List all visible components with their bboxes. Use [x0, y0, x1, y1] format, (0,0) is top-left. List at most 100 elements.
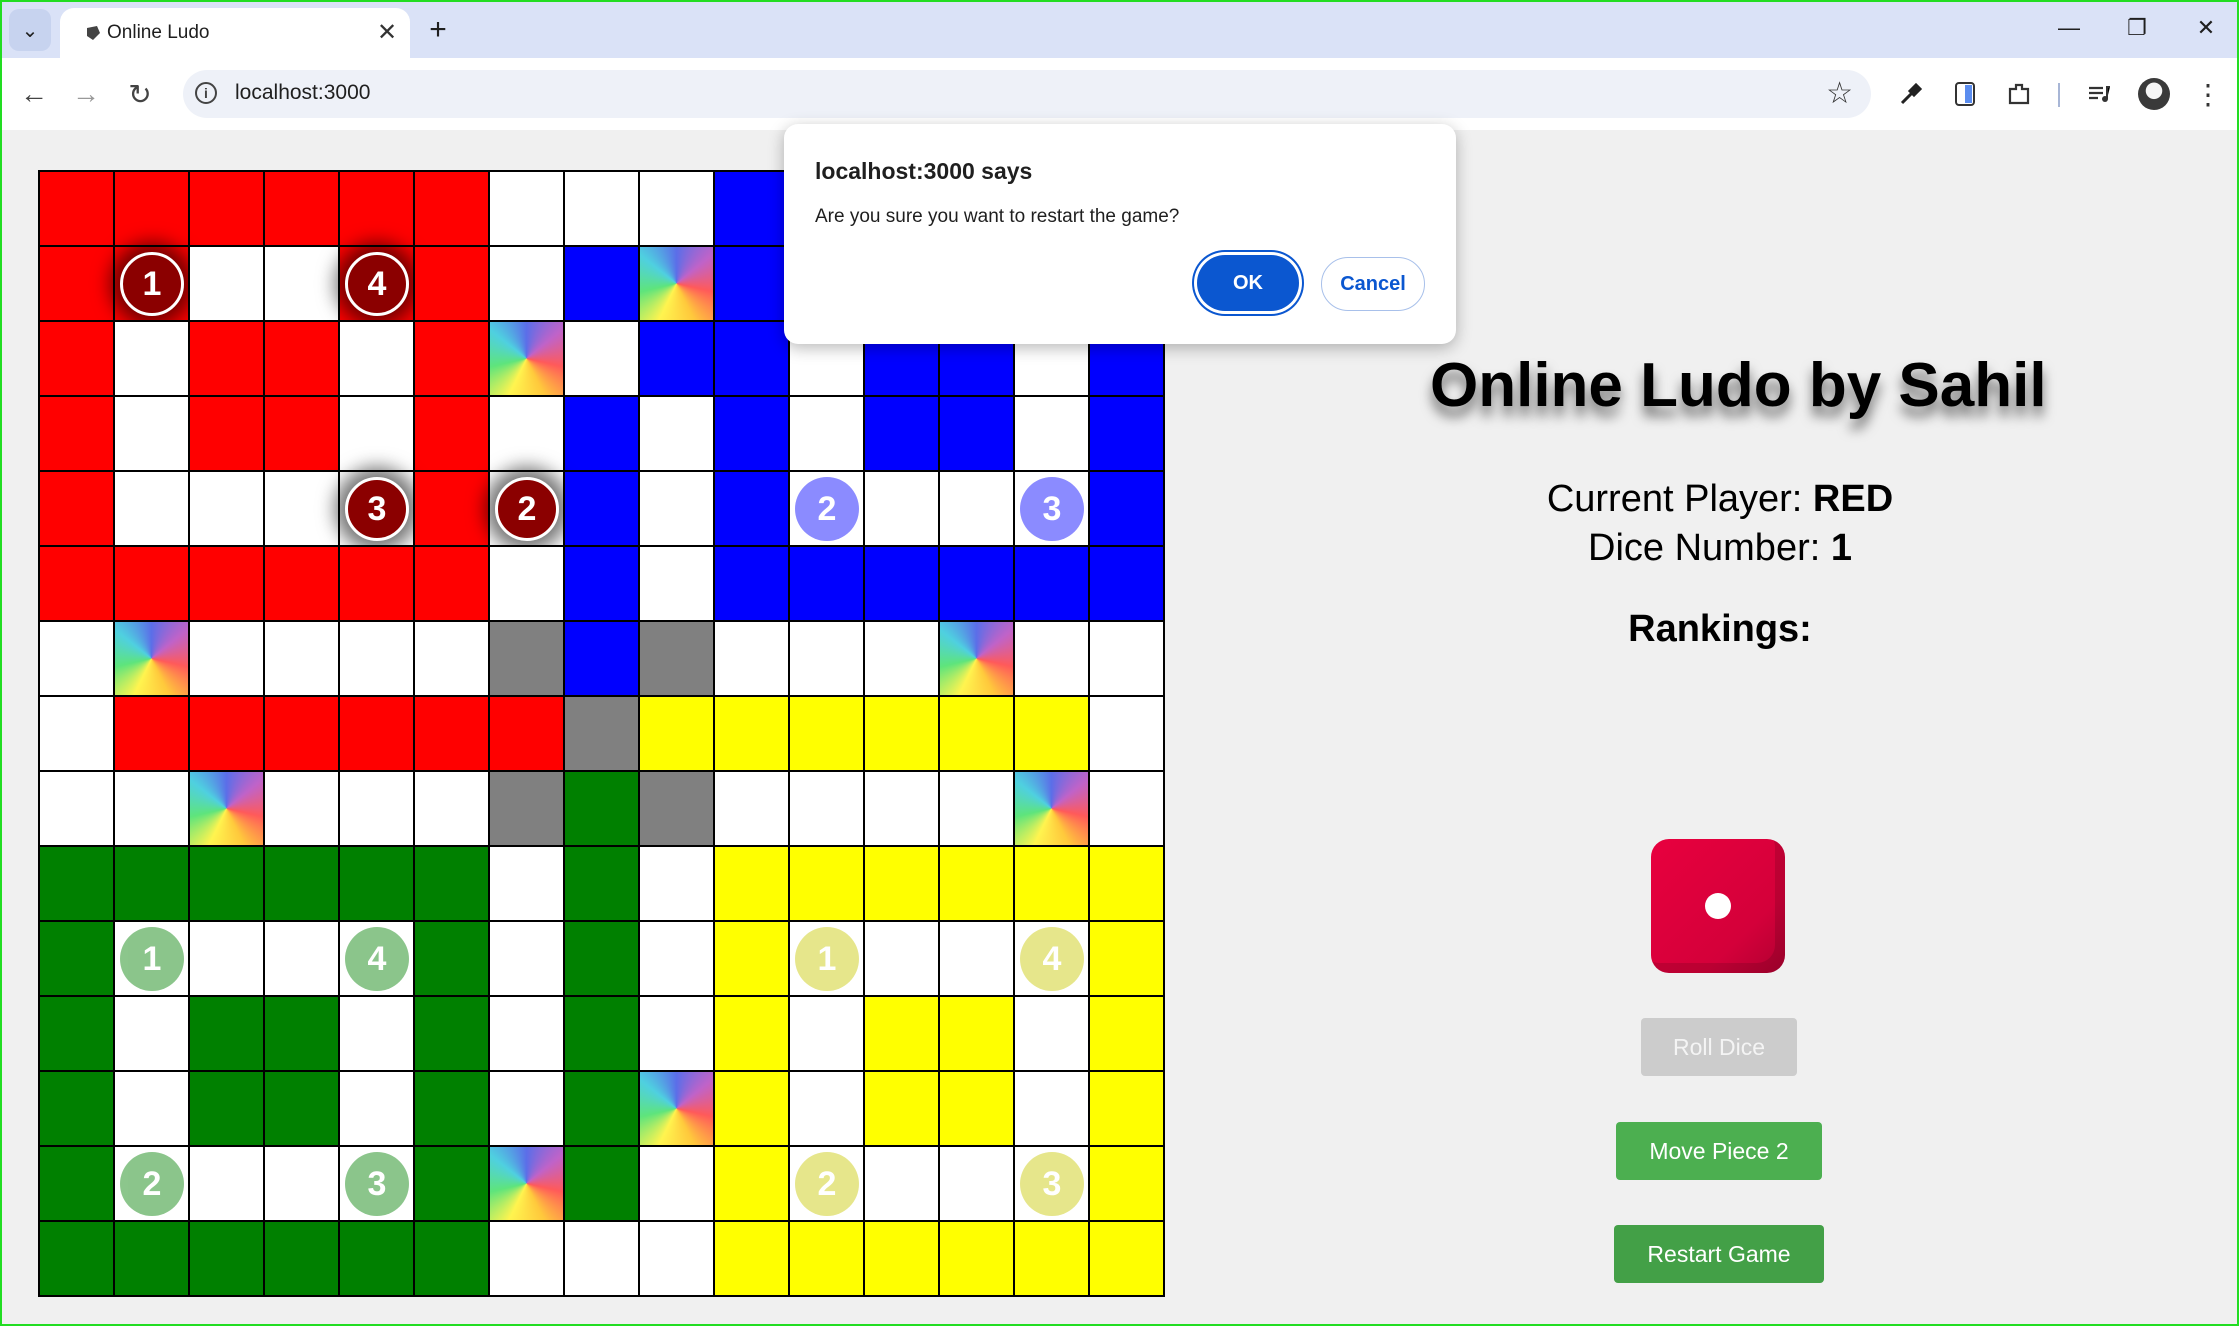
dice-number-line: Dice Number: 1	[1430, 527, 2010, 570]
dialog-message: Are you sure you want to restart the gam…	[815, 206, 1180, 227]
green-piece-4[interactable]: 4	[345, 927, 409, 991]
globe-icon	[87, 26, 100, 40]
board-cell	[39, 771, 114, 846]
board-cell	[864, 1071, 939, 1146]
board-cell	[1089, 471, 1164, 546]
red-piece-4[interactable]: 4	[345, 252, 409, 316]
board-cell	[639, 546, 714, 621]
board-cell	[264, 621, 339, 696]
url-text[interactable]: localhost:3000	[235, 81, 370, 105]
reload-icon[interactable]: ↻	[118, 72, 162, 116]
board-cell	[39, 246, 114, 321]
new-tab-button[interactable]: +	[420, 12, 456, 48]
dice-number-value: 1	[1830, 527, 1852, 569]
board-cell	[114, 846, 189, 921]
board-cell	[639, 771, 714, 846]
board-cell	[489, 1071, 564, 1146]
rankings-heading: Rankings:	[1628, 608, 1812, 650]
board-cell	[864, 771, 939, 846]
star-icon[interactable]: ☆	[1826, 76, 1853, 111]
board-cell	[1089, 396, 1164, 471]
board-cell	[1089, 921, 1164, 996]
safe-star-cell	[639, 246, 714, 321]
board-cell	[489, 171, 564, 246]
board-cell	[864, 1146, 939, 1221]
board-cell	[339, 1071, 414, 1146]
forward-icon[interactable]: →	[64, 72, 108, 116]
current-player-line: Current Player: RED	[1430, 478, 2010, 521]
blue-piece-2[interactable]: 2	[795, 477, 859, 541]
board-cell	[264, 1146, 339, 1221]
roll-dice-button[interactable]: Roll Dice	[1641, 1018, 1797, 1076]
board-cell	[339, 321, 414, 396]
browser-toolbar: ← → ↻ i localhost:3000 ☆ ⋮	[0, 58, 2239, 131]
board-cell: 3	[339, 471, 414, 546]
red-piece-3[interactable]: 3	[345, 477, 409, 541]
sidepanel-icon[interactable]	[1943, 72, 1987, 116]
board-cell	[39, 171, 114, 246]
board-cell	[714, 1071, 789, 1146]
site-info-icon[interactable]: i	[195, 82, 217, 104]
board-cell	[789, 1071, 864, 1146]
board-cell	[189, 1071, 264, 1146]
board-cell	[864, 846, 939, 921]
board-cell: 2	[789, 1146, 864, 1221]
board-cell	[264, 771, 339, 846]
board-cell	[189, 621, 264, 696]
yellow-piece-2[interactable]: 2	[795, 1152, 859, 1216]
board-cell	[1014, 546, 1089, 621]
blue-piece-3[interactable]: 3	[1020, 477, 1084, 541]
board-cell	[189, 321, 264, 396]
eyedropper-icon[interactable]	[1889, 72, 1933, 116]
kebab-menu-icon[interactable]: ⋮	[2186, 72, 2230, 116]
yellow-piece-4[interactable]: 4	[1020, 927, 1084, 991]
media-control-icon[interactable]	[2077, 72, 2121, 116]
green-piece-1[interactable]: 1	[120, 927, 184, 991]
green-piece-3[interactable]: 3	[345, 1152, 409, 1216]
dialog-title: localhost:3000 says	[815, 158, 1033, 184]
board-cell	[339, 696, 414, 771]
restore-button[interactable]: ❐	[2111, 8, 2163, 48]
green-piece-2[interactable]: 2	[120, 1152, 184, 1216]
board-cell	[414, 546, 489, 621]
board-cell	[39, 396, 114, 471]
extensions-icon[interactable]	[1997, 72, 2041, 116]
yellow-piece-3[interactable]: 3	[1020, 1152, 1084, 1216]
board-cell	[864, 396, 939, 471]
move-piece-button[interactable]: Move Piece 2	[1616, 1122, 1822, 1180]
board-cell	[189, 996, 264, 1071]
profile-avatar[interactable]	[2138, 78, 2170, 110]
board-cell	[114, 996, 189, 1071]
board-cell	[564, 846, 639, 921]
minimize-button[interactable]: —	[2043, 8, 2095, 48]
cancel-button[interactable]: Cancel	[1321, 257, 1425, 311]
red-piece-2[interactable]: 2	[495, 477, 559, 541]
browser-tab[interactable]: Online Ludo ✕	[60, 8, 410, 58]
restart-game-button[interactable]: Restart Game	[1614, 1225, 1824, 1283]
board-cell	[39, 846, 114, 921]
window-close-button[interactable]: ✕	[2180, 8, 2232, 48]
board-cell	[339, 996, 414, 1071]
board-cell	[939, 1221, 1014, 1296]
red-piece-1[interactable]: 1	[120, 252, 184, 316]
board-cell	[339, 1221, 414, 1296]
tab-search-icon[interactable]: ⌄	[9, 9, 51, 51]
back-icon[interactable]: ←	[12, 72, 56, 116]
board-cell	[114, 771, 189, 846]
board-cell	[189, 546, 264, 621]
yellow-piece-1[interactable]: 1	[795, 927, 859, 991]
board-cell	[564, 996, 639, 1071]
board-cell	[1014, 621, 1089, 696]
board-cell	[264, 546, 339, 621]
board-cell	[564, 471, 639, 546]
close-icon[interactable]: ✕	[372, 17, 402, 47]
board-cell	[939, 1146, 1014, 1221]
board-cell	[489, 1221, 564, 1296]
board-cell	[264, 696, 339, 771]
board-cell	[939, 546, 1014, 621]
safe-star-cell	[189, 771, 264, 846]
board-cell	[789, 771, 864, 846]
dice-pip	[1705, 893, 1731, 919]
ok-button[interactable]: OK	[1197, 255, 1299, 311]
address-bar[interactable]: i localhost:3000 ☆	[183, 70, 1871, 118]
